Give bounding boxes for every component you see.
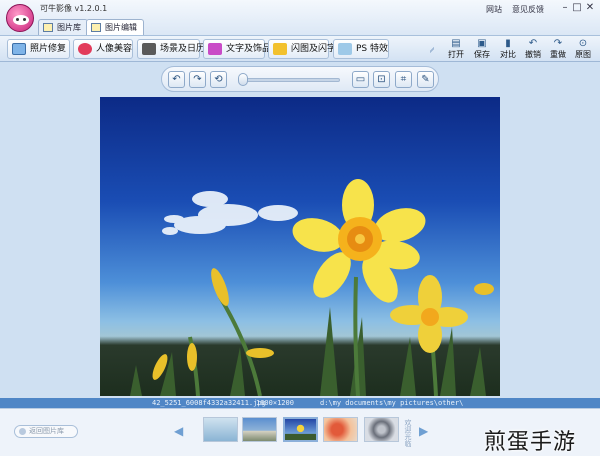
status-filename: 42_5251_6008f4332a32411.jpg [152,399,266,407]
crop-button[interactable]: ⌗ [395,71,412,88]
folder-icon [43,23,53,32]
button-label: 文字及饰品 [226,44,272,54]
button-label: 照片修复 [30,44,67,54]
ps-effects-icon [338,43,352,55]
back-arrow-icon [19,428,26,435]
thumbnail[interactable] [364,417,399,442]
fit-window-button[interactable]: ▭ [352,71,369,88]
pencil-button[interactable]: ✎ [417,71,434,88]
status-bar: 42_5251_6008f4332a32411.jpg 1600×1200 d:… [0,398,600,408]
button-label: 打开 [448,50,464,59]
website-link[interactable]: 网站 [486,4,502,15]
app-title: 可牛影像 v1.2.0.1 [40,4,108,13]
edit-controls: ↶ ↷ ⟲ ▭ ⊡ ⌗ ✎ [161,66,439,92]
button-label: 闪图及闪字 [291,44,337,54]
reset-rotation-button[interactable]: ⟲ [210,71,227,88]
flash-image-icon [273,43,287,55]
close-button[interactable]: ✕ [584,2,596,14]
button-label: 场景及日历 [160,44,206,54]
tab-image-edit[interactable]: 图片编辑 [86,19,144,35]
portrait-beauty-button[interactable]: 人像美容 [73,39,133,59]
button-label: 重做 [550,50,566,59]
rotate-right-button[interactable]: ↷ [189,71,206,88]
tab-image-library[interactable]: 图片库 [38,19,88,35]
actual-size-button[interactable]: ⊡ [373,71,390,88]
scene-calendar-button[interactable]: 场景及日历 [137,39,205,59]
undo-button[interactable]: ↶ 撤销 [522,37,544,61]
button-label: 人像美容 [96,44,133,54]
compare-icon: ▮ [505,38,511,49]
button-label: 原图 [575,50,591,59]
save-disk-icon: ▣ [477,38,487,49]
redo-icon: ↷ [553,38,563,49]
text-decoration-icon [208,43,222,55]
photo-canvas[interactable] [100,97,500,396]
button-label: 撤销 [525,50,541,59]
thumbnail[interactable] [203,417,238,442]
watermark-text: 煎蛋手游 [484,430,577,455]
redo-button[interactable]: ↷ 重做 [547,37,569,61]
zoom-slider-track[interactable] [240,78,340,82]
status-dimensions: 1600×1200 [256,399,294,407]
flash-image-button[interactable]: 闪图及闪字 [268,39,336,59]
app-logo-icon [6,4,34,32]
thumbnail[interactable] [323,417,358,442]
toolbar-divider [430,40,434,60]
ps-effects-button[interactable]: PS 特效 [333,39,389,59]
daffodil-photo [130,179,494,396]
tab-label: 图片编辑 [105,23,137,32]
photo-repair-icon [12,43,26,55]
strip-side-label: 欢迎光临 [404,419,412,447]
prev-thumbnails-button[interactable]: ◀ [174,424,183,438]
thumbnail[interactable] [242,417,277,442]
text-decoration-button[interactable]: 文字及饰品 [203,39,271,59]
compare-button[interactable]: ▮ 对比 [497,37,519,61]
title-bar: 可牛影像 v1.2.0.1 图片库 图片编辑 网站 意见反馈 – □ ✕ [0,0,600,36]
status-path: d:\my documents\my pictures\other\ [320,399,464,407]
back-to-library-button[interactable]: 返回图片库 [14,425,78,438]
button-label: 返回图片库 [29,427,64,435]
photo-repair-button[interactable]: 照片修复 [7,39,70,59]
open-folder-icon: ▤ [451,38,461,49]
maximize-button[interactable]: □ [571,2,583,14]
rotate-left-button[interactable]: ↶ [168,71,185,88]
undo-icon: ↶ [528,38,538,49]
original-image-button[interactable]: ⊙ 原图 [572,37,594,61]
button-label: 对比 [500,50,516,59]
image-edit-icon [91,23,101,32]
minimize-button[interactable]: – [559,2,571,14]
save-button[interactable]: ▣ 保存 [471,37,493,61]
button-label: 保存 [474,50,490,59]
button-label: PS 特效 [356,44,389,54]
feedback-link[interactable]: 意见反馈 [512,4,544,15]
portrait-beauty-icon [78,43,92,55]
zoom-slider-thumb[interactable] [238,73,248,86]
tab-label: 图片库 [57,23,81,32]
thumbnail-selected[interactable] [283,417,318,442]
scene-calendar-icon [142,43,156,55]
next-thumbnails-button[interactable]: ▶ [419,424,428,438]
original-image-icon: ⊙ [578,38,588,49]
open-button[interactable]: ▤ 打开 [445,37,467,61]
